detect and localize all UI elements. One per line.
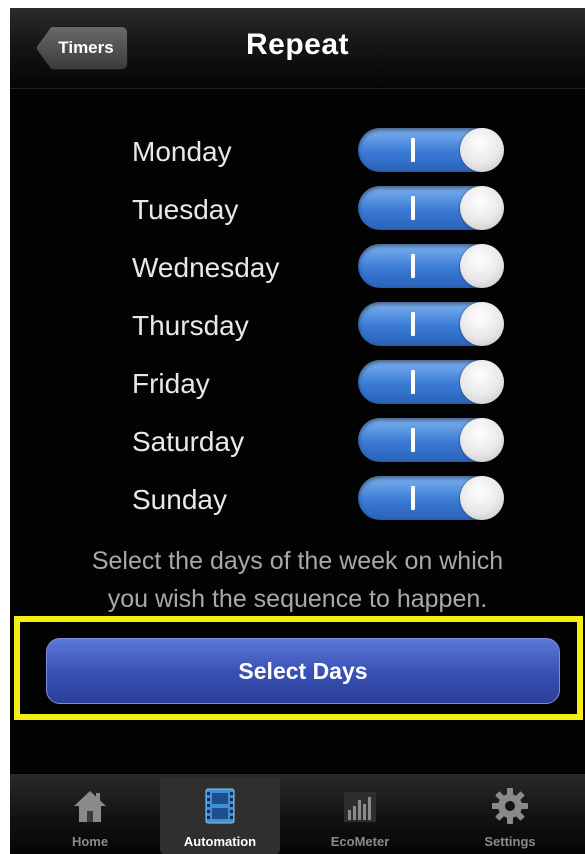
day-row-tuesday: Tuesday [10,182,585,240]
toggle-on-mark [411,428,415,452]
instruction-line-2: you wish the sequence to happen. [107,585,488,613]
tab-label: Home [71,834,109,849]
day-row-monday: Monday [10,124,585,182]
toggle-knob [460,418,504,462]
app-screen: Timers Repeat Monday Tuesday Wednesday T… [10,8,585,854]
monday-toggle[interactable] [358,128,504,172]
tab-home[interactable]: Home [30,778,150,854]
toggle-knob [460,360,504,404]
day-row-wednesday: Wednesday [10,240,585,298]
sunday-toggle[interactable] [358,476,504,520]
toggle-knob [460,476,504,520]
day-label: Saturday [132,426,245,457]
toggle-on-mark [411,254,415,278]
thursday-toggle[interactable] [358,302,504,346]
day-label: Monday [132,136,232,167]
day-label: Tuesday [132,194,239,225]
toggle-on-mark [411,370,415,394]
select-days-button[interactable]: Select Days [46,638,560,704]
toggle-on-mark [411,196,415,220]
day-label: Wednesday [132,252,280,283]
saturday-toggle[interactable] [358,418,504,462]
tab-settings[interactable]: Settings [450,778,570,854]
page-title: Repeat [245,28,350,61]
toggle-knob [460,244,504,288]
tab-label: EcoMeter [330,834,390,849]
toggle-on-mark [411,486,415,510]
toggle-knob [460,186,504,230]
instruction-line-1: Select the days of the week on which [91,547,504,575]
day-row-thursday: Thursday [10,298,585,356]
toggle-knob [460,128,504,172]
bar-chart-icon [344,792,376,822]
toggle-on-mark [411,312,415,336]
tab-label: Settings [484,834,536,849]
gear-icon [492,788,528,824]
film-icon [205,788,235,824]
tab-automation[interactable]: Automation [160,778,280,854]
home-icon [74,791,106,822]
instruction-text: Select the days of the week on which you… [10,542,585,618]
friday-toggle[interactable] [358,360,504,404]
tuesday-toggle[interactable] [358,186,504,230]
tab-ecometer[interactable]: EcoMeter [300,778,420,854]
toggle-knob [460,302,504,346]
toggle-on-mark [411,138,415,162]
wednesday-toggle[interactable] [358,244,504,288]
day-label: Friday [132,368,210,399]
tab-bar: Home Automation EcoMeter Settings [10,774,585,854]
day-label: Sunday [132,484,227,515]
navigation-bar: Timers Repeat [10,8,585,89]
day-row-saturday: Saturday [10,414,585,472]
day-row-sunday: Sunday [10,472,585,530]
day-row-friday: Friday [10,356,585,414]
tab-label: Automation [183,834,257,849]
day-label: Thursday [132,310,249,341]
